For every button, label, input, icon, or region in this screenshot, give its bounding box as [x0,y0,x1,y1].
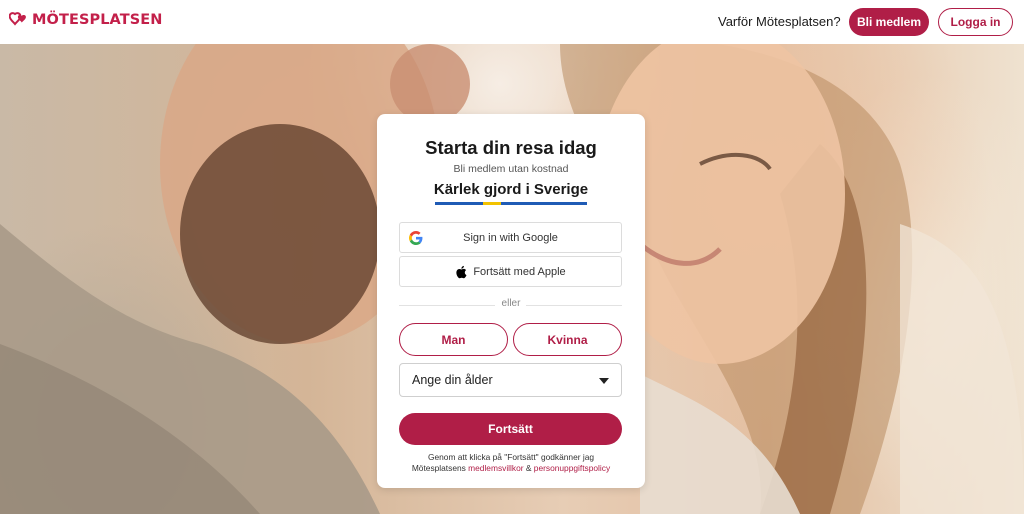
signup-title: Starta din resa idag [425,137,597,158]
apple-icon [456,265,467,278]
chevron-down-icon [599,378,609,384]
join-button[interactable]: Bli medlem [849,8,929,36]
continue-button[interactable]: Fortsätt [399,413,622,445]
terms-text: Genom att klicka på "Fortsätt" godkänner… [377,452,645,474]
google-signin-button[interactable]: Sign in with Google [399,222,622,253]
apple-signin-button[interactable]: Fortsätt med Apple [399,256,622,287]
age-select-value: Ange din ålder [412,373,493,387]
top-header: MÖTESPLATSEN Varför Mötesplatsen? Bli me… [0,0,1024,44]
terms-prefix: Genom att klicka på "Fortsätt" godkänner… [427,452,595,462]
or-divider-text: eller [501,298,521,309]
signup-card: Starta din resa idag Bli medlem utan kos… [377,114,645,488]
signup-tagline: Kärlek gjord i Sverige [433,181,589,198]
swedish-flag-underline [435,202,587,205]
privacy-policy-link[interactable]: personuppgiftspolicy [534,463,610,473]
apple-signin-label: Fortsätt med Apple [473,265,566,278]
login-button[interactable]: Logga in [938,8,1013,36]
google-signin-label: Sign in with Google [463,231,558,244]
member-terms-link[interactable]: medlemsvillkor [468,463,523,473]
gender-woman-button[interactable]: Kvinna [513,323,622,356]
gender-man-button[interactable]: Man [399,323,508,356]
logo[interactable]: MÖTESPLATSEN [9,12,163,28]
heart-logo-icon [9,12,26,26]
why-motesplatsen-link[interactable]: Varför Mötesplatsen? [718,14,841,29]
logo-text: MÖTESPLATSEN [32,12,163,28]
google-icon [409,231,423,245]
terms-and: & [525,463,532,473]
signup-subtitle: Bli medlem utan kostnad [453,163,569,175]
terms-company: Mötesplatsens [411,463,466,473]
age-select[interactable]: Ange din ålder [399,363,622,397]
